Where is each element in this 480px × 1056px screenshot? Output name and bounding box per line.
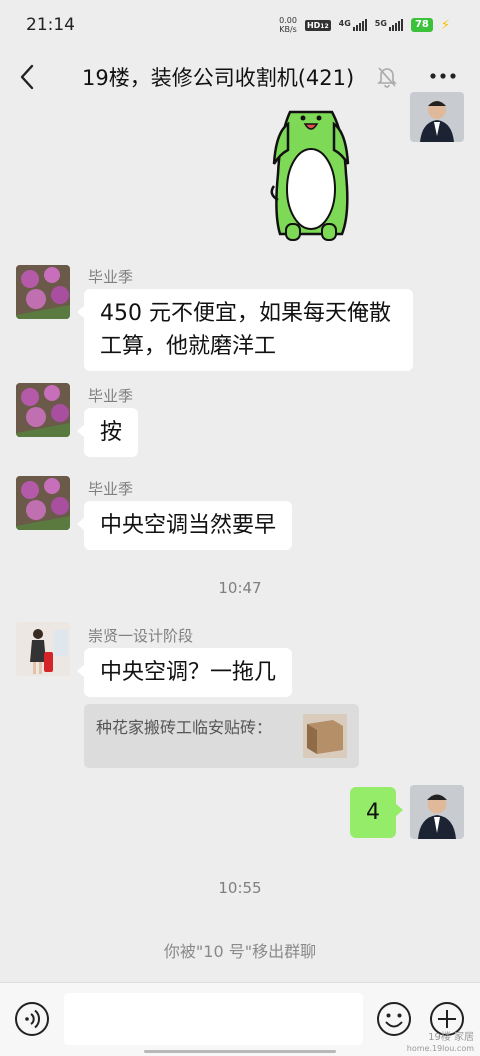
my-avatar[interactable] (410, 92, 464, 142)
message-text: 中央空调当然要早 (100, 513, 277, 538)
sim-index: 12 (320, 22, 329, 30)
message-input[interactable] (64, 993, 363, 1045)
message-bubble[interactable]: 中央空调当然要早 (76, 501, 293, 550)
my-message-bubble[interactable]: 4 (350, 787, 403, 838)
sender-avatar[interactable] (16, 265, 70, 319)
message-text-line: 450 元不便宜，如果每天俺散 (100, 301, 391, 326)
status-icons: 0.00 KB/s HD12 4G 5G 78 ⚡ (279, 16, 450, 34)
system-notice: 你被"10 号"移出群聊 (163, 942, 317, 961)
watermark: 19楼 家居 home.19lou.com (407, 1032, 474, 1054)
home-indicator[interactable] (144, 1050, 336, 1053)
hd-icon: HD12 (304, 19, 331, 31)
message-bubble[interactable]: 中央空调？一拖几 (76, 648, 293, 697)
message-text-line: 工算，他就磨洋工 (100, 334, 277, 359)
sender-avatar[interactable] (16, 622, 70, 676)
sender-name: 毕业季 (88, 268, 134, 286)
message-text: 4 (366, 800, 380, 825)
chevron-left-icon (20, 64, 34, 90)
sender-avatar[interactable] (16, 476, 70, 530)
message-text: 中央空调？一拖几 (100, 660, 277, 685)
sticker-message[interactable] (270, 104, 352, 244)
more-button[interactable] (428, 64, 458, 88)
battery-icon: 78 (410, 18, 433, 32)
chat-title: 19楼，装修公司收割机(421) (82, 66, 355, 90)
quoted-text: 种花家搬砖工临安贴砖： (96, 718, 273, 737)
network-speed-unit: KB/s (279, 25, 297, 34)
message-bubble[interactable]: 450 元不便宜，如果每天俺散 工算，他就磨洋工 (77, 289, 413, 371)
green-dog-sticker (270, 110, 350, 241)
voice-button[interactable] (14, 1001, 50, 1037)
time-divider: 10:55 (218, 879, 262, 897)
status-bar: 21:14 0.00 KB/s HD12 4G 5G 78 ⚡ (0, 0, 480, 50)
message-bubble[interactable]: 按 (76, 408, 139, 457)
quoted-message[interactable]: 种花家搬砖工临安贴砖： (84, 704, 359, 768)
hd-label: HD (306, 20, 321, 30)
sender-name: 毕业季 (88, 387, 134, 405)
charging-icon: ⚡ (440, 17, 450, 33)
my-avatar[interactable] (410, 785, 464, 839)
status-time: 21:14 (26, 15, 75, 35)
signal-5g-label: 5G (374, 19, 387, 28)
ellipsis-icon (430, 73, 456, 79)
message-text: 按 (100, 420, 123, 445)
signal-5g-icon: 5G (375, 19, 403, 31)
time-divider: 10:47 (218, 579, 262, 597)
battery-level: 78 (414, 19, 429, 30)
watermark-line: 19楼 家居 (428, 1032, 474, 1043)
network-speed: 0.00 KB/s (279, 16, 297, 34)
chat-header: 19楼，装修公司收割机(421) (0, 50, 480, 104)
watermark-line: home.19lou.com (406, 1044, 474, 1053)
voice-icon (15, 1002, 49, 1036)
bell-muted-icon (377, 66, 397, 88)
signal-4g-icon: 4G (339, 19, 367, 31)
quoted-image-thumbnail (303, 714, 347, 758)
sender-name: 毕业季 (88, 480, 134, 498)
sender-avatar[interactable] (16, 383, 70, 437)
network-speed-value: 0.00 (279, 16, 297, 25)
sender-name: 崇贤一设计阶段 (88, 627, 194, 645)
signal-4g-label: 4G (338, 19, 351, 28)
back-button[interactable] (16, 62, 40, 92)
